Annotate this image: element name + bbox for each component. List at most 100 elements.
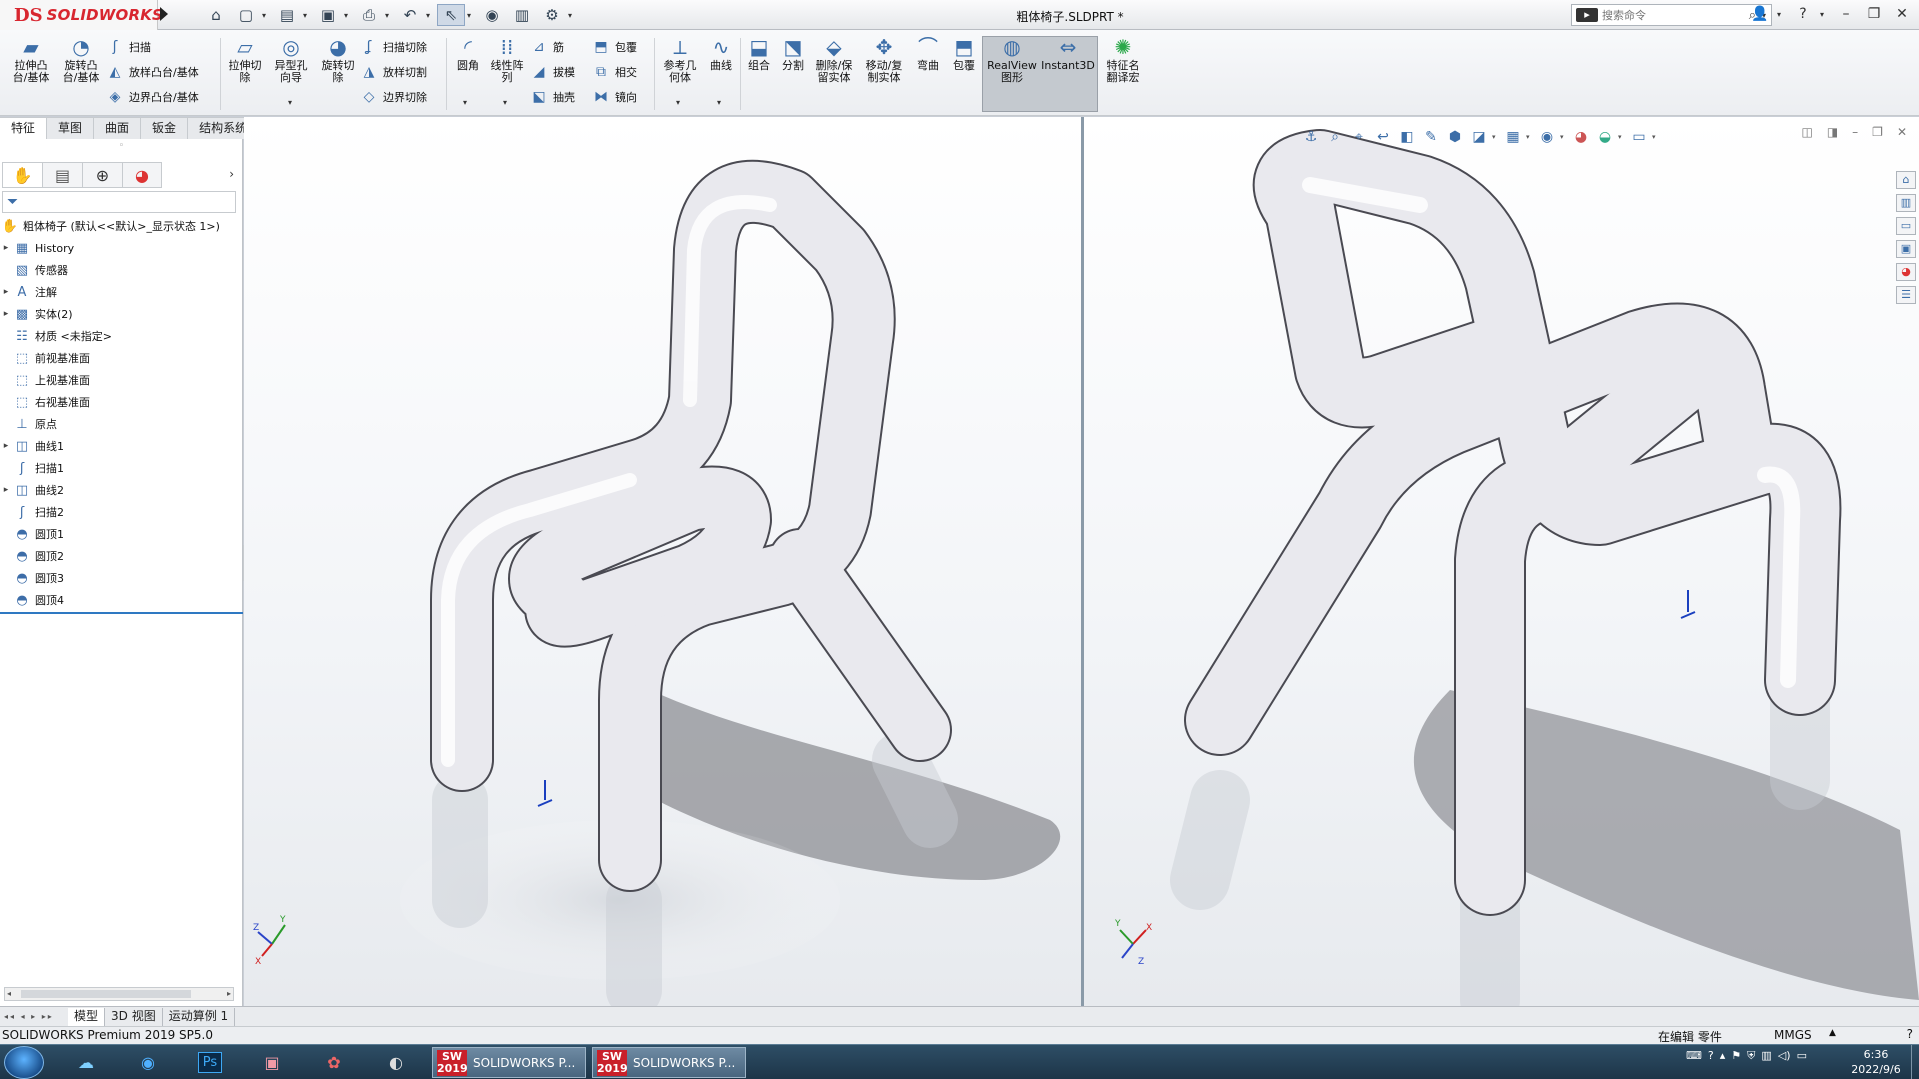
- expand-arrow-icon[interactable]: ▸: [0, 287, 12, 297]
- zoom-to-area-icon[interactable]: ⌖: [1348, 127, 1370, 147]
- tree-node[interactable]: ⊥ 原点: [0, 413, 243, 435]
- show-desktop-button[interactable]: [1911, 1045, 1919, 1079]
- taskbar-solidworks-window-1[interactable]: SW 2019 SOLIDWORKS P...: [432, 1047, 586, 1078]
- keyboard-icon[interactable]: ⌨: [1686, 1049, 1702, 1063]
- file-properties-icon[interactable]: ▥: [508, 4, 536, 26]
- status-help-icon[interactable]: ?: [1907, 1027, 1913, 1041]
- tree-root-part[interactable]: ✋ 粗体椅子 (默认<<默认>_显示状态 1>): [0, 215, 243, 237]
- configuration-manager-tab-icon[interactable]: ⊕: [82, 162, 122, 188]
- volume-icon[interactable]: ◁): [1778, 1049, 1791, 1063]
- tree-node[interactable]: ⬚ 上视基准面: [0, 369, 243, 391]
- search-commands-mode-icon[interactable]: ▸: [1576, 8, 1598, 22]
- realview-button[interactable]: ◍ RealView 图形: [984, 34, 1040, 84]
- chevron-down-icon[interactable]: ▾: [1526, 133, 1534, 141]
- split-button[interactable]: ⬔ 分割: [776, 34, 810, 72]
- apply-scene-icon[interactable]: ◕: [1570, 127, 1592, 147]
- tree-node[interactable]: ʃ 扫描2: [0, 501, 243, 523]
- photoshop-icon[interactable]: Ps: [184, 1047, 236, 1078]
- loft-boss-button[interactable]: ◭ 放样凸台/基体: [106, 61, 199, 83]
- chevron-down-icon[interactable]: ▾: [385, 11, 394, 20]
- open-file-icon[interactable]: ▤: [273, 4, 301, 26]
- custom-properties-icon[interactable]: ☰: [1896, 286, 1916, 304]
- viewport-right-icon[interactable]: ◨: [1827, 125, 1838, 139]
- rollback-bar[interactable]: [0, 612, 243, 614]
- flex-button[interactable]: ⌒ 弯曲: [912, 34, 944, 72]
- chevron-down-icon[interactable]: ▾: [1560, 133, 1568, 141]
- tree-node[interactable]: ◓ 圆顶3: [0, 567, 243, 589]
- panel-toggle-dot[interactable]: ◦: [0, 139, 243, 159]
- extrude-boss-button[interactable]: ▰ 拉伸凸 台/基体: [8, 34, 54, 84]
- tree-node[interactable]: ▸ ▩ 实体(2): [0, 303, 243, 325]
- horizontal-scrollbar[interactable]: ◂ ▸: [4, 987, 234, 1001]
- boundary-cut-button[interactable]: ◇ 边界切除: [360, 86, 427, 108]
- edit-appearance-icon[interactable]: ◉: [1536, 127, 1558, 147]
- wrap-large-button[interactable]: ⬒ 包覆: [948, 34, 980, 72]
- minimize-button[interactable]: –: [1835, 4, 1857, 24]
- viewport-left-icon[interactable]: ◫: [1801, 125, 1812, 139]
- fillet-button[interactable]: ◜ 圆角: [450, 34, 486, 72]
- select-pointer-icon[interactable]: ⇖: [437, 4, 465, 26]
- traffic-light-icon[interactable]: ◉: [478, 4, 506, 26]
- rib-button[interactable]: ⊿ 筋: [530, 36, 564, 58]
- tree-node[interactable]: ⬚ 前视基准面: [0, 347, 243, 369]
- chevron-down-icon[interactable]: ▾: [463, 98, 467, 107]
- graphics-viewport-right[interactable]: ⚓ ⌕ ⌖ ↩ ◧ ✎ ⬢ ◪ ▾ ▦ ▾ ◉ ▾ ◕ ◒ ▾ ▭ ▾ ◫ ◨ – ❐ ✕: [1084, 117, 1919, 1006]
- tab-0[interactable]: 特征: [0, 117, 48, 139]
- linear-pattern-button[interactable]: ⁞⁞ 线性阵 列: [486, 34, 528, 84]
- options-gear-icon[interactable]: ⚙: [538, 4, 566, 26]
- tree-node[interactable]: ▧ 传感器: [0, 259, 243, 281]
- expand-arrow-icon[interactable]: ▸: [0, 309, 12, 319]
- chevron-down-icon[interactable]: ▾: [303, 11, 312, 20]
- chevron-down-icon[interactable]: ▾: [288, 98, 292, 107]
- expand-arrow-icon[interactable]: ▸: [0, 441, 12, 451]
- file-explorer-icon[interactable]: ▭: [1896, 217, 1916, 235]
- chevron-down-icon[interactable]: ▾: [1777, 10, 1786, 19]
- taskbar-clock[interactable]: 6:36 2022/9/6: [1846, 1047, 1906, 1077]
- view-orientation-anchor-icon[interactable]: ⚓: [1300, 127, 1322, 147]
- action-center-icon[interactable]: ▭: [1797, 1049, 1807, 1063]
- hole-wizard-button[interactable]: ◎ 异型孔 向导: [268, 34, 314, 84]
- tab-scroll-buttons[interactable]: ◂◂ ◂ ▸ ▸▸: [0, 1012, 68, 1021]
- view-orientation-icon[interactable]: ⬢: [1444, 127, 1466, 147]
- view-palette-icon[interactable]: ▣: [1896, 240, 1916, 258]
- windows-flag-icon[interactable]: ⚑: [1731, 1049, 1741, 1063]
- move-copy-body-button[interactable]: ✥ 移动/复 制实体: [860, 34, 908, 84]
- chevron-right-icon[interactable]: ›: [229, 167, 234, 181]
- tree-node[interactable]: ☷ 材质 <未指定>: [0, 325, 243, 347]
- obs-recorder-icon[interactable]: ◐: [370, 1047, 422, 1078]
- chevron-down-icon[interactable]: ▾: [467, 11, 476, 20]
- tree-node[interactable]: ⬚ 右视基准面: [0, 391, 243, 413]
- tree-node[interactable]: ◓ 圆顶1: [0, 523, 243, 545]
- help-tray-icon[interactable]: ?: [1708, 1049, 1714, 1063]
- viewport-minimize-icon[interactable]: –: [1852, 125, 1858, 139]
- browser-icon[interactable]: ◉: [122, 1047, 174, 1078]
- chevron-down-icon[interactable]: ▾: [676, 98, 680, 107]
- design-library-icon[interactable]: ▥: [1896, 194, 1916, 212]
- tree-node[interactable]: ◓ 圆顶4: [0, 589, 243, 611]
- tab-3[interactable]: 钣金: [141, 117, 189, 139]
- display-style-icon[interactable]: ◪: [1468, 127, 1490, 147]
- chevron-down-icon[interactable]: ▾: [568, 11, 577, 20]
- instant3d-button[interactable]: ⇔ Instant3D: [1040, 34, 1096, 72]
- lofted-cut-button[interactable]: ◮ 放样切割: [360, 61, 427, 83]
- tab-2[interactable]: 曲面: [94, 117, 142, 139]
- revolve-cut-button[interactable]: ◕ 旋转切 除: [316, 34, 360, 84]
- chevron-down-icon[interactable]: ▾: [717, 98, 721, 107]
- display-pane-icon[interactable]: ▭: [1628, 127, 1650, 147]
- tree-node[interactable]: ◓ 圆顶2: [0, 545, 243, 567]
- graphics-viewport-left[interactable]: Y Z X: [244, 117, 1081, 1006]
- viewport-restore-icon[interactable]: ❐: [1872, 125, 1883, 139]
- chevron-down-icon[interactable]: ▾: [426, 11, 435, 20]
- model-tab-2[interactable]: 运动算例 1: [163, 1007, 236, 1026]
- scrollbar-thumb[interactable]: [21, 990, 191, 998]
- section-view-icon[interactable]: ◧: [1396, 127, 1418, 147]
- paint-tool-icon[interactable]: ✿: [308, 1047, 360, 1078]
- chevron-down-icon[interactable]: ▾: [262, 11, 271, 20]
- hide-show-items-icon[interactable]: ▦: [1502, 127, 1524, 147]
- model-tab-1[interactable]: 3D 视图: [105, 1007, 163, 1026]
- model-tab-0[interactable]: 模型: [68, 1007, 106, 1026]
- scroll-right-icon[interactable]: ▸: [227, 988, 231, 1000]
- menu-expand-arrow-icon[interactable]: [160, 7, 168, 21]
- appearances-icon[interactable]: ◕: [1896, 263, 1916, 281]
- solidworks-logo[interactable]: DS SOLIDWORKS: [0, 0, 163, 30]
